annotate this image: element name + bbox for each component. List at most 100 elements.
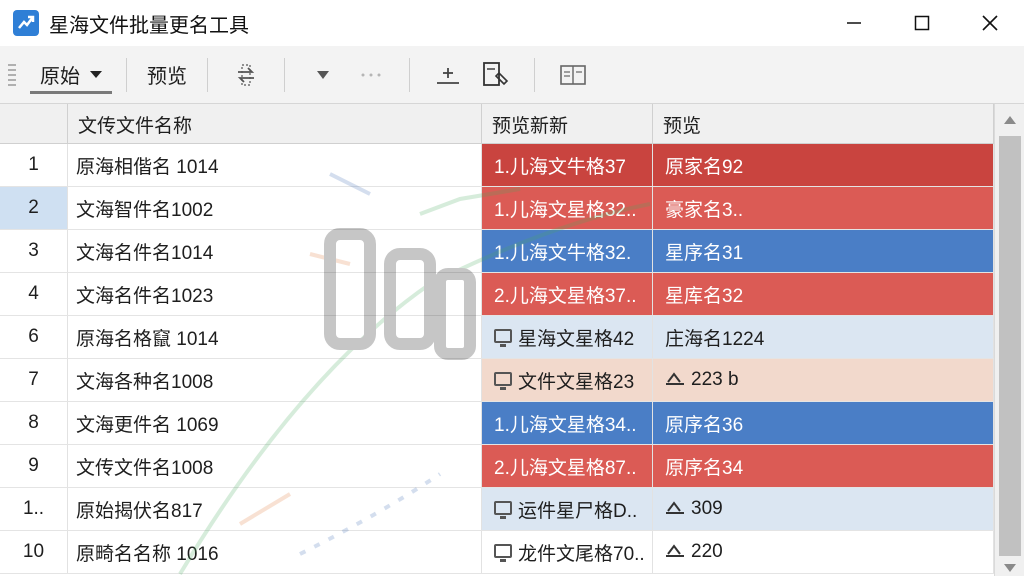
- preview-text: 星库名32: [665, 285, 744, 307]
- row-number: 4: [0, 273, 68, 315]
- original-name-cell[interactable]: 文海智件名1002: [68, 187, 482, 229]
- header-row-number[interactable]: [0, 104, 68, 144]
- header-original-name[interactable]: 文传文件名称: [68, 104, 482, 144]
- scroll-up-icon[interactable]: [1004, 116, 1016, 124]
- preview-text: 309: [691, 498, 723, 519]
- table-row[interactable]: 7 文海各种名1008 文件文星格23 223 b: [0, 359, 994, 402]
- file-grid[interactable]: 文传文件名称 预览新新 预览 1 原海相偕名 1014 1.儿海文牛格37 原家名92…: [0, 104, 994, 576]
- preview-cell[interactable]: 原家名92: [653, 144, 994, 186]
- title-bar: 星海文件批量更名工具: [0, 0, 1024, 46]
- original-name-cell[interactable]: 文海更件名 1069: [68, 402, 482, 444]
- new-name-text: 2.儿海文星格87..: [494, 457, 637, 479]
- panel-icon[interactable]: [555, 57, 591, 93]
- more-icon[interactable]: [353, 57, 389, 93]
- minimize-button[interactable]: [820, 0, 888, 46]
- new-name-cell[interactable]: 2.儿海文星格87..: [482, 445, 653, 487]
- vertical-scrollbar[interactable]: [994, 104, 1024, 576]
- row-number: 6: [0, 316, 68, 358]
- original-name-cell[interactable]: 原海名格竄 1014: [68, 316, 482, 358]
- new-name-text: 文件文星格23: [518, 371, 635, 393]
- mode-dropdown[interactable]: 原始: [30, 54, 112, 96]
- toolbar-separator: [126, 57, 127, 92]
- scroll-thumb[interactable]: [999, 136, 1021, 556]
- new-name-cell[interactable]: 1.儿海文牛格32.: [482, 230, 653, 272]
- original-name-cell[interactable]: 原始揭伏名817: [68, 488, 482, 530]
- table-row[interactable]: 8 文海更件名 1069 1.儿海文星格34.. 原序名36: [0, 402, 994, 445]
- preview-text: 223 b: [691, 369, 739, 390]
- new-name-cell[interactable]: 1.儿海文星格32..: [482, 187, 653, 229]
- new-name-cell[interactable]: 龙件文尾格70..: [482, 531, 653, 573]
- row-number: 7: [0, 359, 68, 401]
- preview-text: 原序名34: [665, 457, 744, 479]
- preview-text: 220: [691, 541, 723, 562]
- upload-icon: [665, 542, 685, 563]
- preview-text: 星序名31: [665, 242, 744, 264]
- preview-text: 原家名92: [665, 156, 744, 178]
- table-row[interactable]: 4 文海名件名1023 2.儿海文星格37.. 星库名32: [0, 273, 994, 316]
- table-row[interactable]: 10 原畸名名称 1016 龙件文尾格70.. 220: [0, 531, 994, 574]
- new-name-text: 2.儿海文星格37..: [494, 285, 637, 307]
- preview-cell[interactable]: 星序名31: [653, 230, 994, 272]
- row-number: 1..: [0, 488, 68, 530]
- row-number: 9: [0, 445, 68, 487]
- new-name-text: 1.儿海文星格32..: [494, 199, 637, 221]
- preview-text: 原序名36: [665, 414, 744, 436]
- preview-cell[interactable]: 星库名32: [653, 273, 994, 315]
- table-row[interactable]: 3 文海名件名1014 1.儿海文牛格32. 星序名31: [0, 230, 994, 273]
- original-name-cell[interactable]: 原海相偕名 1014: [68, 144, 482, 186]
- table-row[interactable]: 6 原海名格竄 1014 星海文星格42 庄海名1224: [0, 316, 994, 359]
- close-button[interactable]: [956, 0, 1024, 46]
- scroll-down-icon[interactable]: [1004, 564, 1016, 572]
- original-name-cell[interactable]: 文海名件名1023: [68, 273, 482, 315]
- dropdown-arrow-icon[interactable]: [305, 57, 341, 93]
- window-title: 星海文件批量更名工具: [49, 14, 249, 37]
- new-name-text: 星海文星格42: [518, 328, 635, 350]
- toolbar: 原始 预览: [0, 46, 1024, 104]
- toolbar-grip[interactable]: [8, 55, 20, 95]
- preview-cell[interactable]: 原序名34: [653, 445, 994, 487]
- document-edit-icon[interactable]: [478, 57, 514, 93]
- original-name-cell[interactable]: 原畸名名称 1016: [68, 531, 482, 573]
- row-number: 2: [0, 187, 68, 229]
- preview-cell[interactable]: 原序名36: [653, 402, 994, 444]
- new-name-cell[interactable]: 1.儿海文牛格37: [482, 144, 653, 186]
- preview-cell[interactable]: 豪家名3..: [653, 187, 994, 229]
- toolbar-separator: [207, 57, 208, 92]
- header-new-name[interactable]: 预览新新: [482, 104, 653, 144]
- new-name-cell[interactable]: 运件星尸格D..: [482, 488, 653, 530]
- row-number: 10: [0, 531, 68, 573]
- new-name-cell[interactable]: 文件文星格23: [482, 359, 653, 401]
- preview-cell[interactable]: 309: [653, 488, 994, 530]
- preview-cell[interactable]: 223 b: [653, 359, 994, 401]
- original-name-cell[interactable]: 文海各种名1008: [68, 359, 482, 401]
- preview-text: 庄海名1224: [665, 328, 765, 350]
- chevron-down-icon: [90, 71, 102, 78]
- toolbar-separator: [409, 57, 410, 92]
- new-name-cell[interactable]: 星海文星格42: [482, 316, 653, 358]
- monitor-icon: [494, 329, 512, 347]
- table-row[interactable]: 9 文传文件名1008 2.儿海文星格87.. 原序名34: [0, 445, 994, 488]
- row-number: 1: [0, 144, 68, 186]
- preview-cell[interactable]: 庄海名1224: [653, 316, 994, 358]
- new-name-cell[interactable]: 2.儿海文星格37..: [482, 273, 653, 315]
- new-name-cell[interactable]: 1.儿海文星格34..: [482, 402, 653, 444]
- header-preview[interactable]: 预览: [653, 104, 994, 144]
- grid-header: 文传文件名称 预览新新 预览: [0, 104, 994, 144]
- original-name-cell[interactable]: 文传文件名1008: [68, 445, 482, 487]
- original-name-cell[interactable]: 文海名件名1014: [68, 230, 482, 272]
- table-row[interactable]: 1 原海相偕名 1014 1.儿海文牛格37 原家名92: [0, 144, 994, 187]
- swap-icon[interactable]: [228, 57, 264, 93]
- preview-text: 豪家名3..: [665, 199, 744, 221]
- insert-icon[interactable]: [430, 57, 466, 93]
- maximize-button[interactable]: [888, 0, 956, 46]
- dropdown-underline: [30, 90, 112, 94]
- row-number: 8: [0, 402, 68, 444]
- table-row[interactable]: 2 文海智件名1002 1.儿海文星格32.. 豪家名3..: [0, 187, 994, 230]
- table-row[interactable]: 1.. 原始揭伏名817 运件星尸格D.. 309: [0, 488, 994, 531]
- new-name-text: 龙件文尾格70..: [518, 543, 645, 565]
- preview-button[interactable]: 预览: [141, 60, 193, 89]
- trend-chart-icon: [13, 10, 39, 36]
- maximize-icon: [914, 15, 930, 31]
- preview-cell[interactable]: 220: [653, 531, 994, 573]
- new-name-text: 1.儿海文牛格32.: [494, 242, 632, 264]
